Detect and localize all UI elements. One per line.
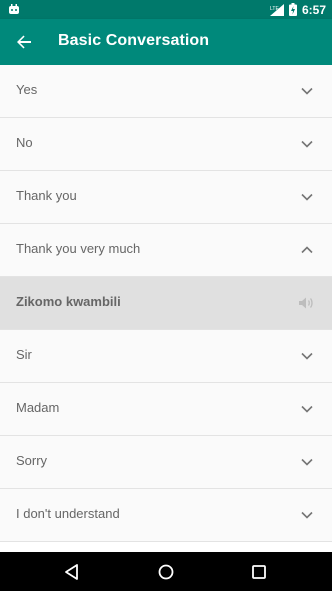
phrase-label: I don't understand [16,506,120,521]
translation-row[interactable]: Zikomo kwambili [0,277,332,330]
phrase-label: No [16,135,33,150]
phrase-label: Sorry [16,453,48,468]
back-arrow-icon[interactable] [14,32,34,52]
phrase-label: Thank you very much [16,241,141,256]
recents-square-icon[interactable] [249,562,269,582]
chevron-down-icon [301,511,313,519]
phrase-item-thank-you[interactable]: Thank you [0,171,332,224]
phrase-label: Thank you [16,188,77,203]
phrase-list: Yes No Thank you Thank you very much Zik… [0,65,332,542]
page-title: Basic Conversation [58,32,210,49]
phrase-item-no[interactable]: No [0,118,332,171]
translation-label: Zikomo kwambili [16,294,121,309]
system-nav-bar [0,552,332,591]
home-circle-icon[interactable] [156,562,176,582]
chevron-down-icon [301,458,313,466]
chevron-down-icon [301,352,313,360]
phrase-item-thank-you-very-much[interactable]: Thank you very much [0,224,332,277]
phrase-label: Sir [16,347,32,362]
phrase-label: Yes [16,82,38,97]
phrase-label: Madam [16,400,60,415]
back-triangle-icon[interactable] [62,562,82,582]
chevron-up-icon [301,246,313,254]
phrase-item-yes[interactable]: Yes [0,65,332,118]
clock: 6:57 [301,2,326,17]
app-bar: Basic Conversation [0,19,332,65]
android-notification-icon [9,4,19,14]
chevron-down-icon [301,87,313,95]
svg-text:LTE: LTE [270,6,279,12]
chevron-down-icon [301,405,313,413]
status-bar: LTE 6:57 [0,0,332,19]
phrase-item-i-dont-understand[interactable]: I don't understand [0,489,332,542]
signal-icon: LTE [269,3,284,16]
battery-icon [288,3,297,16]
phrase-item-sir[interactable]: Sir [0,330,332,383]
speaker-icon[interactable] [298,295,314,311]
chevron-down-icon [301,140,313,148]
phrase-item-madam[interactable]: Madam [0,383,332,436]
chevron-down-icon [301,193,313,201]
phrase-item-sorry[interactable]: Sorry [0,436,332,489]
